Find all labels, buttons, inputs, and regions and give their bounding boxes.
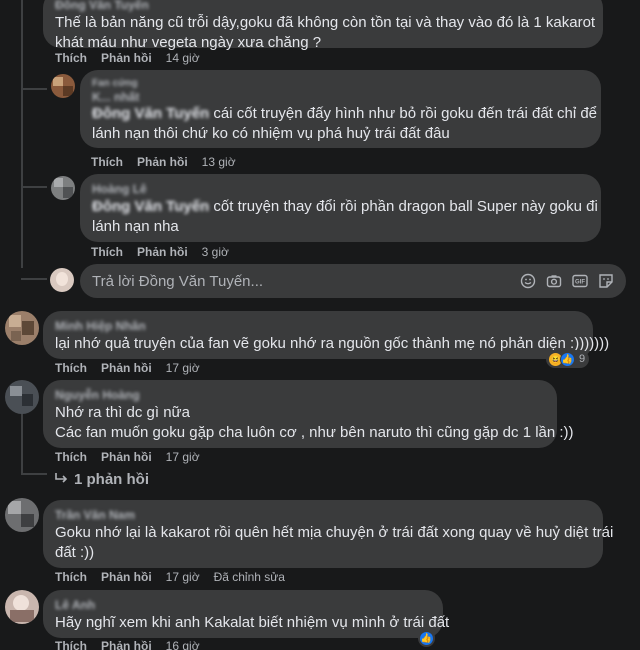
avatar[interactable] [51, 176, 75, 200]
edited-label: Đã chỉnh sửa [213, 570, 285, 584]
like-reaction-icon: 👍 [560, 351, 575, 367]
like-button[interactable]: Thích [91, 245, 123, 259]
comment-bubble: Đông Văn Tuyến Thế là bản năng cũ trỗi d… [43, 0, 603, 51]
comment-actions: Thích Phản hồi 3 giờ [91, 245, 229, 259]
reply-box: GIF [80, 264, 626, 298]
comment-actions: Thích Phản hồi 13 giờ [91, 155, 236, 169]
avatar[interactable] [5, 380, 39, 414]
comment-actions: Thích Phản hồi 17 giờ [55, 450, 200, 464]
emoji-icon[interactable] [520, 273, 536, 289]
comment-actions: Thích Phản hồi 17 giờ Đã chỉnh sửa [55, 570, 285, 584]
comment-text: Goku nhớ lại là kakarot rồi quên hết mịa… [55, 524, 614, 561]
comment-time[interactable]: 14 giờ [166, 51, 200, 65]
comment-bubble: Minh Hiệp Nhân lại nhớ quả truyện của fa… [43, 311, 610, 359]
camera-icon[interactable] [546, 273, 562, 289]
comment-author[interactable]: Fan cứng [92, 78, 152, 90]
comment-time[interactable]: 3 giờ [202, 245, 229, 259]
reaction-count: 9 [579, 353, 586, 365]
comment-time[interactable]: 17 giờ [166, 570, 200, 584]
reply-connector [21, 473, 47, 475]
comment-author[interactable]: Lê Anh [55, 598, 95, 613]
reply-button[interactable]: Phản hồi [101, 361, 152, 375]
reaction-summary[interactable]: 😆 👍 9 [546, 350, 590, 368]
thread-line [21, 0, 23, 268]
avatar[interactable] [51, 74, 75, 98]
gif-icon[interactable]: GIF [572, 273, 588, 289]
like-button[interactable]: Thích [55, 570, 87, 584]
avatar[interactable] [5, 590, 39, 624]
avatar[interactable] [5, 498, 39, 532]
comment-time[interactable]: 13 giờ [202, 155, 236, 169]
comment-author[interactable]: Minh Hiệp Nhân [55, 319, 146, 334]
like-button[interactable]: Thích [55, 361, 87, 375]
comment-bubble: Trần Văn Nam Goku nhớ lại là kakarot rồi… [43, 500, 614, 568]
comment-text: Nhớ ra thì dc gì nữa Các fan muốn goku g… [55, 404, 574, 441]
reaction-summary[interactable]: 👍 [418, 629, 435, 647]
reply-arrow-icon [54, 471, 68, 488]
reply-button[interactable]: Phản hồi [101, 450, 152, 464]
reply-connector [21, 88, 47, 90]
comment-author[interactable]: Nguyễn Hoàng [55, 388, 145, 403]
comment-actions: Thích Phản hồi 17 giờ [55, 361, 200, 375]
like-button[interactable]: Thích [55, 639, 87, 650]
reply-bubble: Hoàng Lê Đông Văn Tuyến cốt truyện thay … [80, 174, 601, 242]
sticker-icon[interactable] [598, 273, 614, 289]
comment-author[interactable]: Đông Văn Tuyến [55, 0, 591, 13]
comment-text: lại nhớ quả truyện của fan vẽ goku nhớ r… [55, 335, 610, 352]
like-button[interactable]: Thích [55, 51, 87, 65]
reply-button[interactable]: Phản hồi [137, 155, 188, 169]
comment-author[interactable]: Trần Văn Nam [55, 508, 145, 523]
reply-bubble: Fan cứng K... nhất Đông Văn Tuyến cái cố… [80, 70, 601, 148]
mention-link[interactable]: Đông Văn Tuyến [92, 105, 209, 122]
comment-time[interactable]: 17 giờ [166, 361, 200, 375]
comment-bubble: Lê Anh Hãy nghĩ xem khi anh Kakalat biết… [43, 590, 450, 638]
comment-author[interactable]: Hoàng Lê [92, 182, 172, 197]
comment-author-rank: K... nhất [92, 90, 140, 104]
svg-text:GIF: GIF [575, 280, 585, 286]
mention-link[interactable]: Đông Văn Tuyến [92, 198, 209, 215]
comment-time[interactable]: 16 giờ [166, 639, 200, 650]
reply-button[interactable]: Phản hồi [101, 570, 152, 584]
reply-connector [21, 278, 47, 280]
reply-button[interactable]: Phản hồi [137, 245, 188, 259]
comment-bubble: Nguyễn Hoàng Nhớ ra thì dc gì nữa Các fa… [43, 380, 574, 448]
comment-time[interactable]: 17 giờ [166, 450, 200, 464]
like-reaction-icon: 👍 [419, 630, 434, 646]
comment-text: Thế là bản năng cũ trỗi dậy,goku đã khôn… [55, 14, 596, 51]
like-button[interactable]: Thích [91, 155, 123, 169]
comment-actions: Thích Phản hồi 16 giờ [55, 639, 200, 650]
current-user-avatar [50, 268, 74, 292]
reply-tools: GIF [520, 273, 614, 289]
reply-input[interactable] [92, 272, 472, 290]
comment-text: Hãy nghĩ xem khi anh Kakalat biết nhiệm … [55, 614, 450, 631]
comment-actions: Thích Phản hồi 14 giờ [55, 51, 200, 65]
like-button[interactable]: Thích [55, 450, 87, 464]
reply-button[interactable]: Phản hồi [101, 639, 152, 650]
reply-connector [21, 186, 47, 188]
comment-text: Đông Văn Tuyến cốt truyện thay đổi rồi p… [92, 198, 598, 235]
view-replies-link[interactable]: 1 phản hồi [54, 471, 149, 488]
comment-text: Đông Văn Tuyến cái cốt truyện đấy hình n… [92, 105, 598, 142]
avatar[interactable] [5, 311, 39, 345]
reply-button[interactable]: Phản hồi [101, 51, 152, 65]
